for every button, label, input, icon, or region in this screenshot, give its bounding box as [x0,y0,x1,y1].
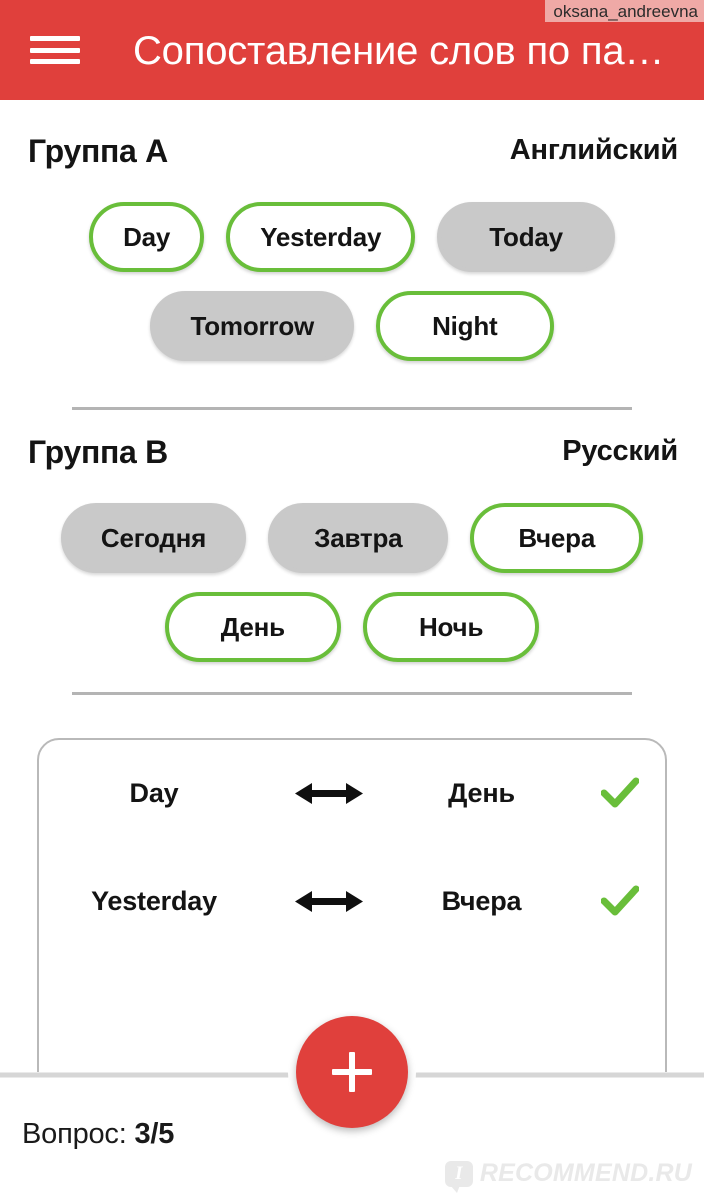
speech-bubble-icon: I [444,1160,473,1193]
pair-left-cell: Day [39,778,269,809]
chip-label: Yesterday [260,221,382,252]
group-a-row-2: Tomorrow Night [0,291,704,361]
pair-left-cell: Yesterday [39,886,269,917]
check-icon [600,885,639,917]
menu-bar-3 [30,59,80,64]
group-b-language: Русский [562,435,678,467]
chip-segodnya[interactable]: Сегодня [60,503,247,573]
table-row[interactable]: Day День [39,763,665,823]
group-a-row-1: Day Yesterday Today [0,202,704,272]
add-button[interactable] [296,1016,408,1128]
pair-right-cell: Вчера [389,886,574,917]
chip-yesterday[interactable]: Yesterday [226,202,416,272]
site-watermark-text: RECOMMEND.RU [479,1159,692,1187]
pair-status-cell [574,885,665,917]
chip-label: День [220,611,285,642]
menu-bar-1 [30,36,80,41]
chip-today[interactable]: Today [437,202,615,272]
check-icon [600,777,639,809]
page-title: Сопоставление слов по па… [133,29,665,73]
group-b-row-1: Сегодня Завтра Вчера [0,503,704,573]
plus-icon [330,1050,374,1094]
group-a-language: Английский [509,134,678,166]
chip-label: Завтра [314,522,403,553]
chip-den[interactable]: День [164,592,341,662]
pair-right-word: День [448,777,515,808]
user-watermark: oksana_andreevna [545,0,704,22]
progress-value: 3/5 [134,1118,175,1150]
site-watermark: I RECOMMEND.RU [444,1159,692,1193]
pair-status-cell [574,777,665,809]
pair-left-word: Yesterday [91,885,217,916]
chip-label: Night [432,310,498,341]
menu-bar-2 [30,47,80,53]
chip-label: Ночь [418,611,484,642]
progress-label: Вопрос: [22,1118,127,1150]
double-arrow-glyph [295,888,363,914]
pair-right-cell: День [389,778,574,809]
progress-status: Вопрос: 3/5 [22,1118,174,1151]
table-row[interactable]: Yesterday Вчера [39,871,665,931]
double-arrow-icon [269,888,389,914]
double-arrow-icon [269,780,389,806]
group-a-title: Группа A [28,133,168,169]
chip-day[interactable]: Day [89,202,205,272]
pair-right-word: Вчера [441,885,522,916]
chip-label: Day [123,221,171,252]
chip-noch[interactable]: Ночь [362,592,540,662]
chip-vchera[interactable]: Вчера [470,503,644,573]
double-arrow-glyph [295,780,363,806]
pair-left-word: Day [129,777,179,808]
chip-night[interactable]: Night [376,291,554,361]
chip-tomorrow[interactable]: Tomorrow [150,291,355,361]
group-b-row-2: День Ночь [0,592,704,662]
group-b-title: Группа B [28,434,168,470]
chip-label: Tomorrow [190,310,315,341]
divider-group-b [72,692,632,695]
group-b-header: Группа B Русский [0,434,704,474]
group-a-header: Группа A Английский [0,133,704,173]
chip-label: Today [489,221,563,252]
divider-group-a [72,407,632,410]
hamburger-menu-icon[interactable] [30,30,80,70]
chip-zavtra[interactable]: Завтра [268,503,449,573]
chip-label: Вчера [518,522,596,553]
chip-label: Сегодня [100,522,207,553]
